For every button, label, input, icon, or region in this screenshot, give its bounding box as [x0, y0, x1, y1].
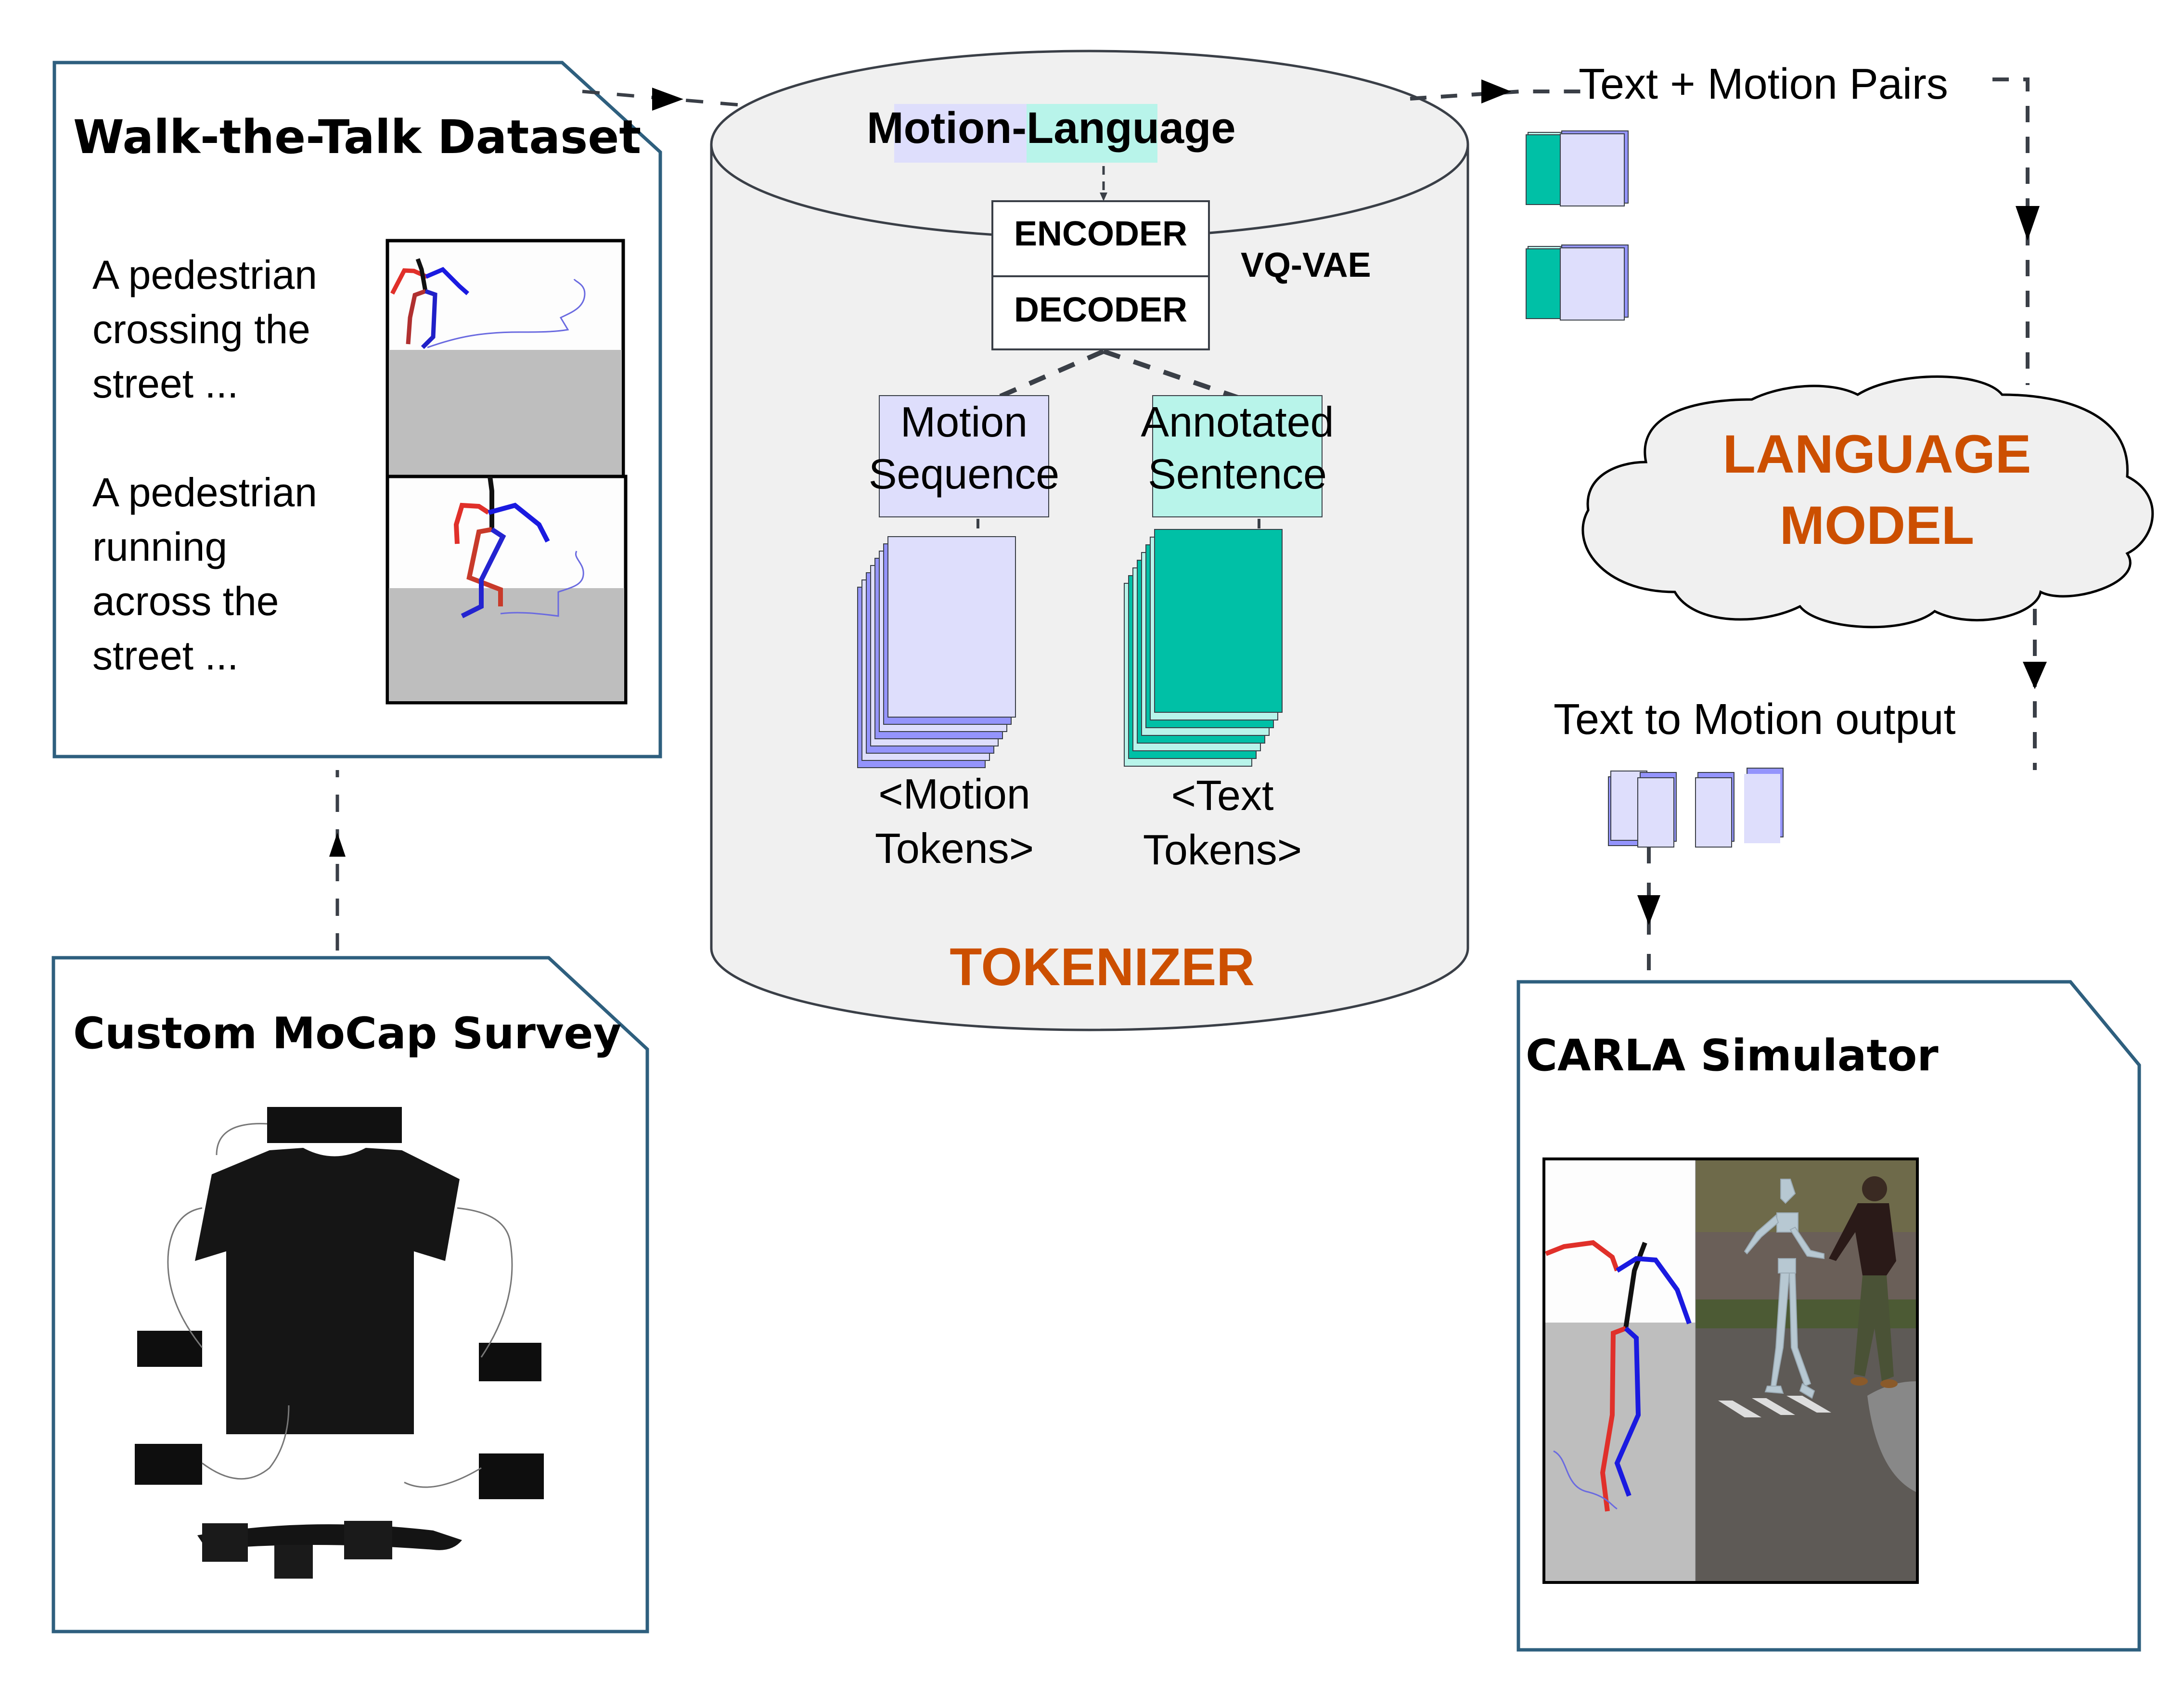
tokenizer-cylinder: Motion- Language ENCODER DECODER VQ-VAE … [710, 50, 1469, 1031]
text-token-stack [1124, 529, 1283, 767]
arrow-pairs-to-language-model [1992, 77, 2030, 385]
decoder-label: DECODER [1014, 291, 1187, 329]
skeleton-image-walking [385, 239, 625, 478]
belt-sensor-2 [274, 1545, 313, 1579]
headband-sensor [267, 1107, 402, 1143]
output-token [1744, 768, 1784, 843]
example-1-line-2: crossing the [92, 307, 310, 352]
motion-token-card [887, 536, 1016, 718]
example-2-line-4: street ... [92, 633, 238, 678]
dataset-panel: Walk-the-Talk Dataset A pedestrian cross… [52, 61, 662, 759]
carla-title: CARLA Simulator [1526, 1030, 1939, 1081]
output-motion-tokens [1608, 768, 1784, 848]
output-token [1637, 772, 1677, 848]
mocap-panel: Custom MoCap Survey [51, 956, 649, 1633]
arrowhead-down-icon [2023, 662, 2047, 689]
text-tokens-line-2: Tokens> [1143, 826, 1302, 874]
example-2-line-1: A pedestrian [92, 470, 317, 515]
example-1-line-3: street ... [92, 361, 238, 406]
motion-token-front [1560, 247, 1625, 321]
motion-sequence-line-1: Motion [900, 398, 1028, 446]
left-wrist-sensor [137, 1331, 202, 1367]
motion-token-stack [857, 536, 1016, 768]
arrowhead-right-icon [652, 88, 683, 111]
pair-row-2 [1526, 244, 1629, 321]
annotated-sentence-line-2: Sentence [1148, 450, 1327, 498]
arrowhead-down-icon [2016, 206, 2040, 241]
dataset-title: Walk-the-Talk Dataset [73, 110, 641, 164]
tokenizer-title: TOKENIZER [950, 938, 1255, 997]
arrowhead-right-icon [1481, 79, 1511, 103]
carla-render-image [1542, 1157, 1919, 1584]
belt-sensor-3 [344, 1521, 392, 1559]
output-token [1695, 772, 1734, 848]
header-motion-text: Motion- [867, 103, 1027, 153]
example-1-line-1: A pedestrian [92, 252, 317, 297]
skeleton-image-running [385, 475, 628, 705]
arrowhead-up-icon [329, 833, 346, 857]
right-ankle-sensor [479, 1453, 544, 1499]
example-2-line-2: running [92, 524, 227, 569]
language-model-line-2: MODEL [1780, 495, 1974, 555]
motion-token-front [1560, 133, 1625, 206]
left-ankle-sensor [135, 1444, 202, 1485]
example-2-line-3: across the [92, 579, 279, 624]
language-model-line-1: LANGUAGE [1723, 424, 2031, 484]
arrowhead-down-icon [1637, 895, 1660, 925]
pair-row-1 [1526, 130, 1629, 206]
vqvae-label: VQ-VAE [1241, 246, 1371, 284]
right-wrist-sensor [479, 1343, 541, 1381]
motion-tokens-line-1: <Motion [878, 770, 1030, 818]
motion-sequence-line-2: Sequence [869, 450, 1059, 498]
pipeline-diagram: Walk-the-Talk Dataset A pedestrian cross… [51, 50, 2154, 1652]
text-token-card [1154, 529, 1283, 713]
motion-tokens-line-2: Tokens> [875, 824, 1034, 872]
header-language-text: Language [1027, 103, 1235, 153]
mocap-title: Custom MoCap Survey [73, 1008, 621, 1059]
text-tokens-line-1: <Text [1171, 771, 1274, 819]
annotated-sentence-line-1: Annotated [1141, 398, 1334, 446]
pairs-label: Text + Motion Pairs [1579, 60, 1948, 108]
encoder-label: ENCODER [1014, 215, 1187, 253]
carla-panel: CARLA Simulator [1516, 980, 2141, 1652]
language-model-cloud: LANGUAGE MODEL [1581, 375, 2154, 629]
belt-sensor-1 [202, 1523, 248, 1562]
output-label: Text to Motion output [1554, 695, 1956, 744]
